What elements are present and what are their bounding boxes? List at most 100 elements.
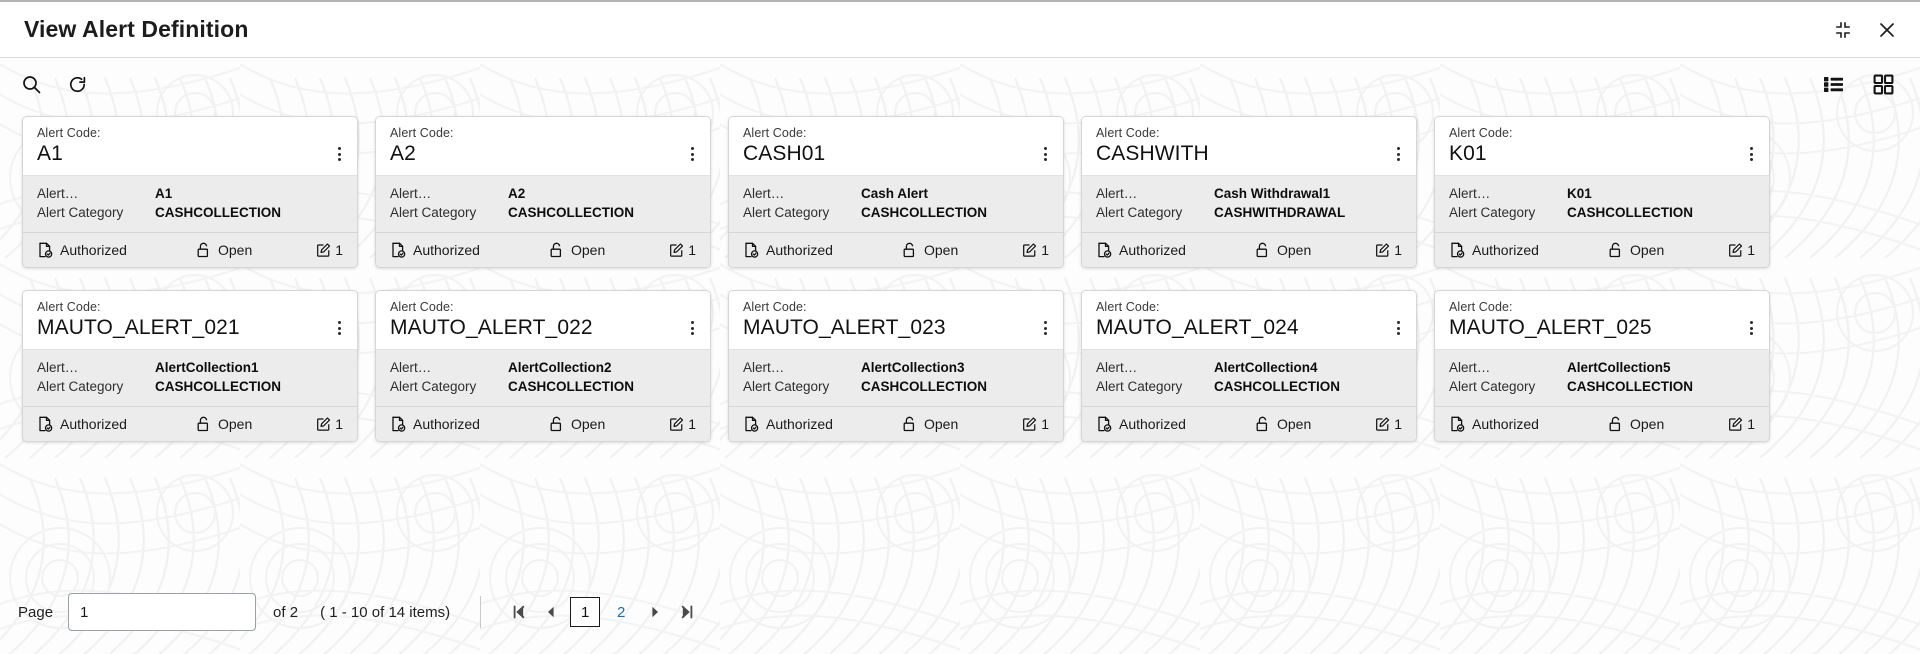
edit-square-icon bbox=[1374, 415, 1391, 432]
document-check-icon bbox=[37, 241, 54, 258]
card-field: Alert… A2 bbox=[390, 184, 696, 203]
collapse-icon[interactable] bbox=[1832, 19, 1854, 41]
next-page-icon[interactable] bbox=[639, 596, 671, 628]
card-menu-icon[interactable] bbox=[1743, 319, 1759, 337]
card-field-key: Alert… bbox=[37, 184, 155, 203]
card-field-value: K01 bbox=[1567, 184, 1592, 203]
lock-state: Open bbox=[1254, 241, 1364, 258]
page-number-2[interactable]: 2 bbox=[606, 597, 636, 627]
card-field: Alert… AlertCollection1 bbox=[37, 358, 343, 377]
card-field-value: CASHWITHDRAWAL bbox=[1214, 203, 1345, 222]
card-footer: Authorized Open bbox=[23, 232, 357, 267]
edit-square-icon bbox=[1727, 415, 1744, 432]
document-check-icon bbox=[1449, 415, 1466, 432]
alert-card[interactable]: Alert Code: CASH01 Alert… Cash Alert Ale… bbox=[728, 116, 1064, 268]
version-count-text: 1 bbox=[335, 242, 343, 258]
grid-view-icon[interactable] bbox=[1868, 69, 1898, 99]
lock-text: Open bbox=[924, 242, 958, 258]
card-menu-icon[interactable] bbox=[1743, 145, 1759, 163]
page-input[interactable] bbox=[68, 593, 256, 631]
card-menu-icon[interactable] bbox=[684, 145, 700, 163]
version-count-text: 1 bbox=[1041, 242, 1049, 258]
list-view-icon[interactable] bbox=[1818, 69, 1848, 99]
refresh-icon[interactable] bbox=[62, 69, 92, 99]
card-field: Alert Category CASHWITHDRAWAL bbox=[1096, 203, 1402, 222]
card-field: Alert… Cash Withdrawal1 bbox=[1096, 184, 1402, 203]
card-field-key: Alert Category bbox=[37, 377, 155, 396]
status-text: Authorized bbox=[1119, 416, 1186, 432]
card-field: Alert… AlertCollection4 bbox=[1096, 358, 1402, 377]
page-number-1[interactable]: 1 bbox=[570, 597, 600, 627]
version-count-text: 1 bbox=[1394, 242, 1402, 258]
card-field-key: Alert Category bbox=[1096, 203, 1214, 222]
card-footer: Authorized Open bbox=[1082, 406, 1416, 441]
lock-state: Open bbox=[1607, 415, 1717, 432]
unlock-icon bbox=[1254, 241, 1271, 258]
card-header: Alert Code: MAUTO_ALERT_024 bbox=[1082, 291, 1416, 349]
card-menu-icon[interactable] bbox=[1037, 145, 1053, 163]
card-menu-icon[interactable] bbox=[331, 145, 347, 163]
version-count: 1 bbox=[1021, 241, 1049, 258]
card-header: Alert Code: A1 bbox=[23, 117, 357, 175]
unlock-icon bbox=[195, 415, 212, 432]
toolbar-left-group bbox=[16, 69, 92, 99]
card-body: Alert… AlertCollection4 Alert Category C… bbox=[1082, 349, 1416, 406]
version-count: 1 bbox=[1374, 241, 1402, 258]
card-code-value: A1 bbox=[37, 141, 345, 167]
alert-card[interactable]: Alert Code: MAUTO_ALERT_021 Alert… Alert… bbox=[22, 290, 358, 442]
status-badge: Authorized bbox=[1449, 415, 1597, 432]
version-count-text: 1 bbox=[335, 416, 343, 432]
status-badge: Authorized bbox=[390, 241, 538, 258]
card-field-value: Cash Alert bbox=[861, 184, 928, 203]
card-field-key: Alert… bbox=[743, 358, 861, 377]
close-icon[interactable] bbox=[1876, 19, 1898, 41]
card-field-value: CASHCOLLECTION bbox=[508, 203, 634, 222]
card-code-label: Alert Code: bbox=[37, 300, 345, 315]
card-field: Alert Category CASHCOLLECTION bbox=[1449, 203, 1755, 222]
lock-state: Open bbox=[901, 241, 1011, 258]
card-menu-icon[interactable] bbox=[1037, 319, 1053, 337]
prev-page-icon[interactable] bbox=[535, 596, 567, 628]
alert-card[interactable]: Alert Code: MAUTO_ALERT_023 Alert… Alert… bbox=[728, 290, 1064, 442]
lock-text: Open bbox=[218, 242, 252, 258]
card-header: Alert Code: K01 bbox=[1435, 117, 1769, 175]
alert-card[interactable]: Alert Code: MAUTO_ALERT_024 Alert… Alert… bbox=[1081, 290, 1417, 442]
card-code-label: Alert Code: bbox=[390, 126, 698, 141]
card-menu-icon[interactable] bbox=[331, 319, 347, 337]
document-check-icon bbox=[390, 241, 407, 258]
alert-card[interactable]: Alert Code: A2 Alert… A2 Alert Category … bbox=[375, 116, 711, 268]
content-toolbar bbox=[0, 58, 1920, 110]
card-body: Alert… A2 Alert Category CASHCOLLECTION bbox=[376, 175, 710, 232]
card-field-value: CASHCOLLECTION bbox=[1214, 377, 1340, 396]
status-text: Authorized bbox=[766, 416, 833, 432]
edit-square-icon bbox=[1021, 415, 1038, 432]
alert-card[interactable]: Alert Code: MAUTO_ALERT_022 Alert… Alert… bbox=[375, 290, 711, 442]
alert-card[interactable]: Alert Code: CASHWITH Alert… Cash Withdra… bbox=[1081, 116, 1417, 268]
search-icon[interactable] bbox=[16, 69, 46, 99]
card-body: Alert… A1 Alert Category CASHCOLLECTION bbox=[23, 175, 357, 232]
status-badge: Authorized bbox=[1449, 241, 1597, 258]
alert-definition-window: View Alert Definition bbox=[0, 0, 1920, 654]
status-text: Authorized bbox=[1472, 242, 1539, 258]
first-page-icon[interactable] bbox=[503, 596, 535, 628]
alert-card[interactable]: Alert Code: MAUTO_ALERT_025 Alert… Alert… bbox=[1434, 290, 1770, 442]
card-field-value: AlertCollection2 bbox=[508, 358, 612, 377]
card-menu-icon[interactable] bbox=[1390, 319, 1406, 337]
alert-card[interactable]: Alert Code: A1 Alert… A1 Alert Category … bbox=[22, 116, 358, 268]
card-field: Alert Category CASHCOLLECTION bbox=[390, 377, 696, 396]
status-text: Authorized bbox=[60, 242, 127, 258]
card-field-value: A1 bbox=[155, 184, 172, 203]
lock-state: Open bbox=[901, 415, 1011, 432]
lock-text: Open bbox=[1277, 242, 1311, 258]
lock-state: Open bbox=[1254, 415, 1364, 432]
page-title: View Alert Definition bbox=[24, 16, 1832, 43]
card-field-key: Alert Category bbox=[743, 377, 861, 396]
card-menu-icon[interactable] bbox=[1390, 145, 1406, 163]
alert-card[interactable]: Alert Code: K01 Alert… K01 Alert Categor… bbox=[1434, 116, 1770, 268]
card-menu-icon[interactable] bbox=[684, 319, 700, 337]
card-code-value: MAUTO_ALERT_021 bbox=[37, 315, 345, 341]
card-code-value: MAUTO_ALERT_023 bbox=[743, 315, 1051, 341]
card-header: Alert Code: MAUTO_ALERT_021 bbox=[23, 291, 357, 349]
edit-square-icon bbox=[1021, 241, 1038, 258]
last-page-icon[interactable] bbox=[671, 596, 703, 628]
